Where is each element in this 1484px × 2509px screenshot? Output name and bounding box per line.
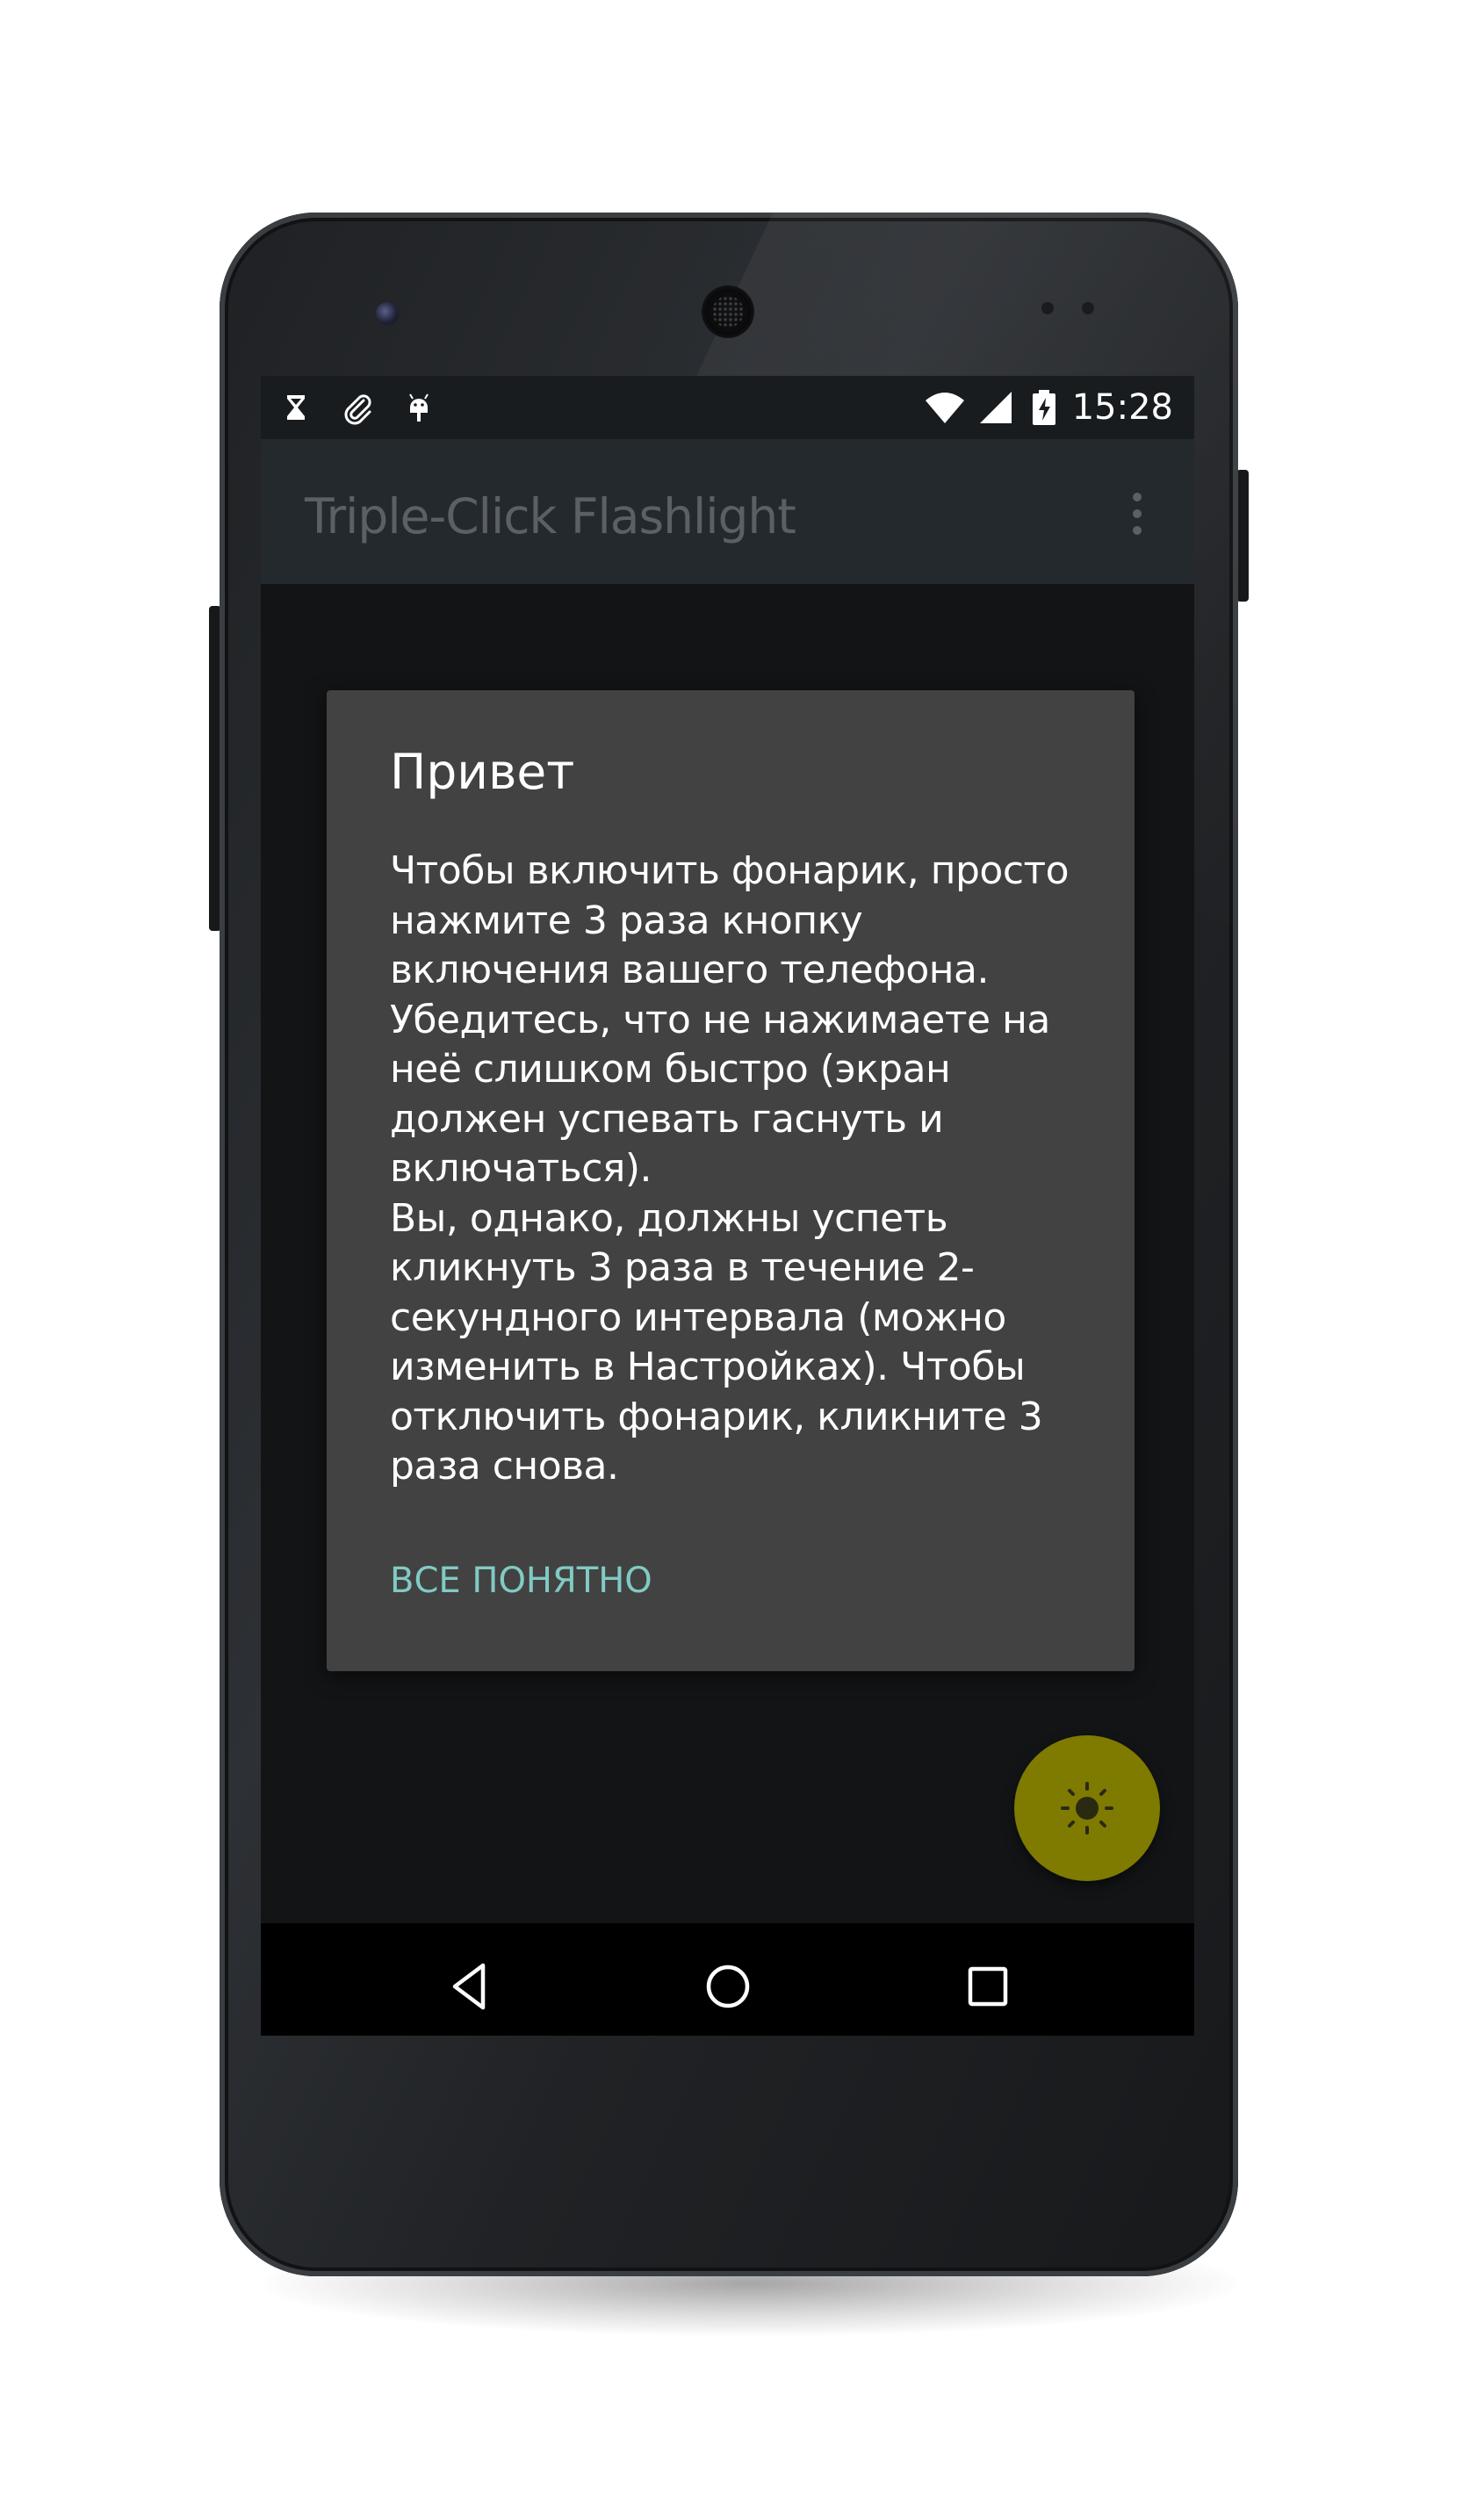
- paperclip-icon: [344, 394, 371, 425]
- back-icon[interactable]: [443, 1958, 499, 2015]
- earpiece-speaker: [702, 285, 754, 338]
- power-button: [1236, 470, 1249, 602]
- brightness-icon: [1061, 1782, 1113, 1835]
- cell-signal-icon: [980, 392, 1012, 423]
- wifi-icon: [926, 393, 964, 423]
- recents-icon[interactable]: [960, 1958, 1016, 2015]
- dialog-title: Привет: [390, 744, 575, 800]
- got-it-button[interactable]: ВСЕ ПОНЯТНО: [390, 1560, 652, 1602]
- light-sensor: [1082, 302, 1094, 314]
- home-icon[interactable]: [700, 1958, 756, 2015]
- flashlight-fab[interactable]: [1014, 1735, 1160, 1881]
- battery-charging-icon: [1033, 390, 1055, 425]
- welcome-dialog: Привет Чтобы включить фонарик, просто на…: [327, 690, 1135, 1671]
- overflow-menu-icon[interactable]: [1124, 487, 1150, 540]
- menu-dot: [1133, 509, 1142, 518]
- hourglass-icon: [287, 395, 305, 420]
- navigation-bar: [261, 1923, 1194, 2036]
- dialog-message: Чтобы включить фонарик, просто нажмите 3…: [390, 848, 1070, 1489]
- screen: 15:28 Triple-Click Flashlight Привет Что…: [261, 376, 1194, 2036]
- menu-dot: [1133, 493, 1142, 501]
- proximity-sensor: [1041, 302, 1054, 314]
- app-title: Triple-Click Flashlight: [305, 488, 796, 544]
- app-bar: Triple-Click Flashlight: [261, 439, 1194, 584]
- front-camera: [376, 302, 399, 325]
- status-time: 15:28: [1071, 387, 1173, 428]
- android-debug-icon: [409, 393, 429, 422]
- status-bar: 15:28: [261, 376, 1194, 439]
- menu-dot: [1133, 526, 1142, 535]
